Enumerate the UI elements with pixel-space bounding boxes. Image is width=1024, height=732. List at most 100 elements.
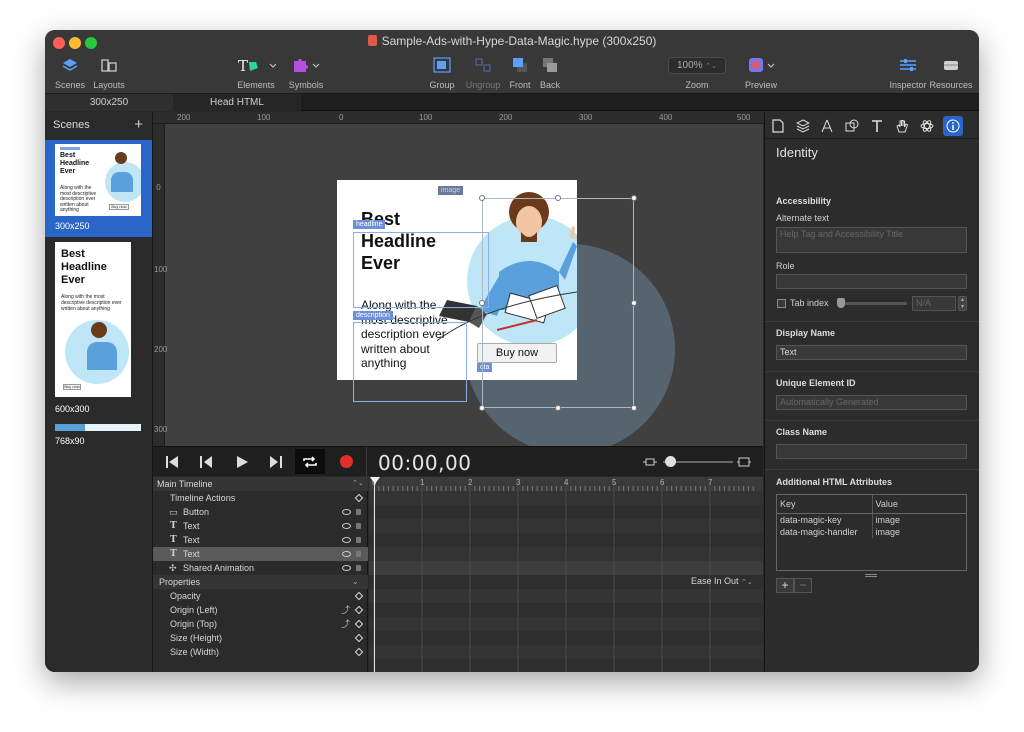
scene-item-768x90[interactable]: 768x90: [45, 424, 152, 454]
playhead-marker[interactable]: [370, 477, 380, 484]
eye-icon[interactable]: [342, 509, 351, 515]
table-row[interactable]: data-magic-key image: [777, 514, 966, 526]
property-row[interactable]: Size (Width): [153, 645, 368, 659]
send-back-icon: [537, 54, 563, 76]
remove-attribute-button[interactable]: −: [794, 578, 812, 593]
resize-handle[interactable]: [555, 405, 561, 411]
add-scene-button[interactable]: +: [134, 112, 143, 138]
metrics-inspector-tab[interactable]: [817, 116, 837, 136]
motion-path-icon[interactable]: ⤴: [341, 603, 350, 617]
preview-toolbar-button[interactable]: Preview: [745, 54, 777, 90]
eye-icon[interactable]: [342, 551, 351, 557]
role-field[interactable]: [776, 274, 967, 289]
tab-index-stepper[interactable]: ▴ ▾: [958, 296, 967, 311]
property-row[interactable]: Size (Height): [153, 631, 368, 645]
layer-row-button[interactable]: ▭ Button: [153, 505, 368, 519]
resources-toolbar-button[interactable]: Resources: [929, 54, 973, 90]
scenes-toolbar-button[interactable]: Scenes: [51, 54, 89, 90]
elements-toolbar-button[interactable]: T Elements: [233, 54, 279, 90]
layer-row-text[interactable]: T Text: [153, 533, 368, 547]
add-keyframe-icon[interactable]: [354, 493, 364, 503]
timeline-actions-row[interactable]: Timeline Actions: [153, 491, 368, 505]
add-keyframe-icon[interactable]: [354, 647, 364, 657]
front-toolbar-button[interactable]: Front: [507, 54, 533, 90]
add-keyframe-icon[interactable]: [354, 591, 364, 601]
loop-toggle-button[interactable]: [295, 449, 325, 474]
lock-icon[interactable]: [356, 537, 361, 543]
tab-index-checkbox[interactable]: [777, 299, 786, 308]
layer-row-text-selected[interactable]: T Text: [153, 547, 368, 561]
resize-handle[interactable]: [631, 300, 637, 306]
layer-row-text[interactable]: T Text: [153, 519, 368, 533]
tab-head-html[interactable]: Head HTML: [173, 94, 301, 111]
zoom-field[interactable]: 100% ⌃⌄: [668, 56, 726, 74]
resize-handle[interactable]: [631, 195, 637, 201]
tab-index-slider[interactable]: [839, 302, 907, 305]
motion-path-icon[interactable]: ⤴: [341, 617, 350, 631]
property-row[interactable]: Origin (Left) ⤴: [153, 603, 368, 617]
scene-item-300x250[interactable]: Best Headline Ever Along with the most d…: [45, 140, 152, 237]
scene-inspector-tab[interactable]: [793, 116, 813, 136]
symbols-toolbar-button[interactable]: Symbols: [285, 54, 327, 90]
add-keyframe-icon[interactable]: [354, 633, 364, 643]
key-column-header[interactable]: Key: [777, 495, 873, 513]
unique-id-field[interactable]: Automatically Generated: [776, 395, 967, 410]
record-button[interactable]: [340, 455, 353, 468]
play-button[interactable]: [235, 455, 249, 472]
add-attribute-button[interactable]: +: [776, 578, 794, 593]
document-inspector-tab[interactable]: [768, 116, 788, 136]
zoom-control[interactable]: 100% ⌃⌄ Zoom: [667, 54, 727, 90]
html-attributes-table[interactable]: Key Value data-magic-key image data-magi…: [776, 494, 967, 571]
layouts-toolbar-button[interactable]: Layouts: [89, 54, 129, 90]
table-row[interactable]: data-magic-handler image: [777, 526, 966, 538]
next-keyframe-button[interactable]: [269, 455, 283, 472]
lock-icon[interactable]: [356, 565, 361, 571]
lock-icon[interactable]: [356, 509, 361, 515]
identity-inspector-tab[interactable]: [943, 116, 963, 136]
physics-inspector-tab[interactable]: [917, 116, 937, 136]
zoom-in-timeline-icon[interactable]: [737, 457, 751, 470]
element-inspector-tab[interactable]: [842, 116, 862, 136]
resize-handle[interactable]: [479, 300, 485, 306]
lock-icon[interactable]: [356, 551, 361, 557]
alternate-text-field[interactable]: Help Tag and Accessibility Title: [776, 227, 967, 253]
easing-selector[interactable]: Ease In Out ⌃⌄: [691, 576, 753, 586]
tab-index-field[interactable]: N/A: [912, 296, 956, 311]
go-to-start-button[interactable]: [165, 455, 179, 472]
value-column-header[interactable]: Value: [873, 495, 967, 513]
add-keyframe-icon[interactable]: [354, 619, 364, 629]
main-timeline-selector[interactable]: Main Timeline ⌃⌄: [153, 477, 368, 491]
inspector-toolbar-button[interactable]: Inspector: [887, 54, 929, 90]
zoom-out-timeline-icon[interactable]: [643, 457, 657, 470]
eye-icon[interactable]: [342, 565, 351, 571]
layer-row-shared-animation[interactable]: ✣ Shared Animation: [153, 561, 368, 575]
tab-300x250[interactable]: 300x250: [45, 94, 173, 111]
ungroup-toolbar-button[interactable]: Ungroup: [463, 54, 503, 90]
lock-icon[interactable]: [356, 523, 361, 529]
back-toolbar-button[interactable]: Back: [537, 54, 563, 90]
class-name-field[interactable]: [776, 444, 967, 459]
property-row[interactable]: Opacity: [153, 589, 368, 603]
eye-icon[interactable]: [342, 537, 351, 543]
scene-editor-canvas[interactable]: 200 100 0 100 200 300 400 500 0 100 200 …: [153, 112, 763, 446]
typography-inspector-tab[interactable]: [867, 116, 887, 136]
resize-handle[interactable]: [479, 195, 485, 201]
display-name-field[interactable]: Text: [776, 345, 967, 360]
playhead[interactable]: [374, 477, 375, 672]
table-resize-grip[interactable]: [865, 574, 877, 577]
timecode-display[interactable]: 00:00,00: [378, 451, 471, 475]
resize-handle[interactable]: [479, 405, 485, 411]
headline-selection-box: [353, 232, 489, 308]
property-row[interactable]: Origin (Top) ⤴: [153, 617, 368, 631]
group-toolbar-button[interactable]: Group: [425, 54, 459, 90]
scene-item-600x300[interactable]: Best Headline Ever Along with the most d…: [45, 242, 152, 417]
timeline-zoom-thumb[interactable]: [665, 456, 676, 467]
actions-inspector-tab[interactable]: [892, 116, 912, 136]
resize-handle[interactable]: [555, 195, 561, 201]
properties-header[interactable]: Properties ⌄: [153, 575, 368, 589]
eye-icon[interactable]: [342, 523, 351, 529]
previous-keyframe-button[interactable]: [199, 455, 213, 472]
slider-thumb[interactable]: [837, 298, 845, 308]
add-keyframe-icon[interactable]: [354, 605, 364, 615]
resize-handle[interactable]: [631, 405, 637, 411]
